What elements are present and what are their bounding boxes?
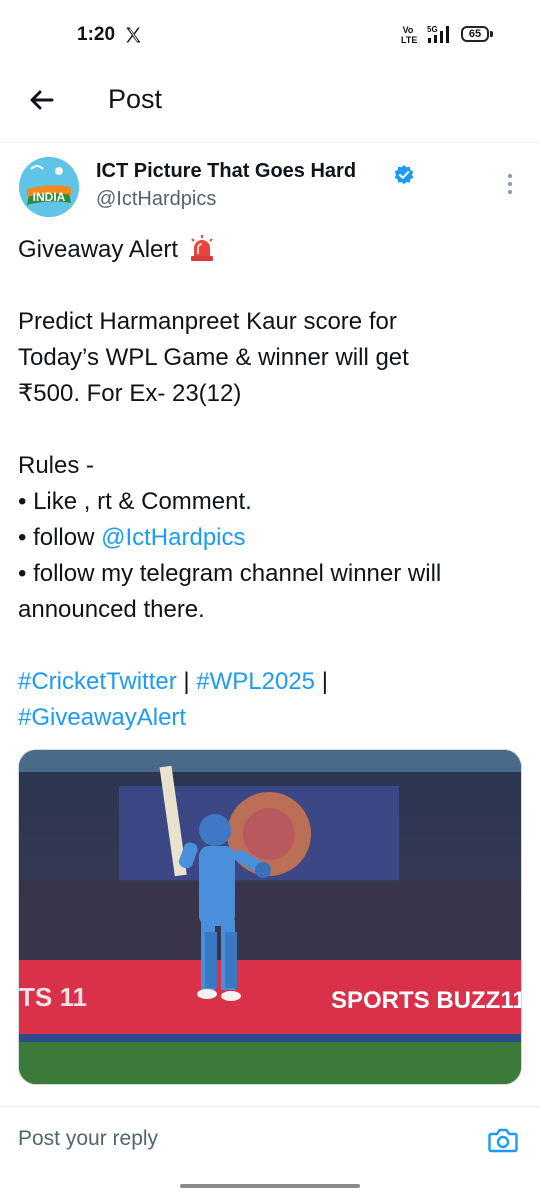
- rules-paragraph: Rules - • Like , rt & Comment. • follow …: [18, 448, 523, 628]
- volte-text: Vo LTE: [401, 25, 418, 45]
- headline-paragraph: Giveaway Alert: [18, 232, 523, 268]
- hashtag-line: #CricketTwitter | #WPL2025 |: [18, 664, 523, 700]
- body-line: ₹500. For Ex- 23(12): [18, 380, 242, 407]
- page-title: Post: [108, 84, 163, 114]
- rule-item: • follow my telegram channel winner will: [18, 560, 442, 587]
- author-handle[interactable]: @IctHardpics: [96, 188, 216, 211]
- avatar-text: INDIA: [33, 190, 66, 204]
- media-banner-text: SPORTS BUZZ11: [331, 987, 522, 1014]
- x-logo-icon: [126, 27, 141, 43]
- rule-item: announced there.: [18, 596, 205, 623]
- reply-input[interactable]: Post your reply: [18, 1127, 158, 1151]
- rules-title: Rules -: [18, 452, 95, 479]
- hashtag-link[interactable]: #WPL2025: [196, 668, 315, 695]
- rule-prefix: • follow: [18, 524, 102, 551]
- camera-icon[interactable]: [487, 1125, 519, 1155]
- body-line: Predict Harmanpreet Kaur score for: [18, 308, 397, 335]
- separator: |: [176, 668, 197, 695]
- hashtag-link[interactable]: #GiveawayAlert: [18, 704, 186, 731]
- volte-label: Vo LTE: [401, 25, 418, 45]
- media-side-text: TS 11: [19, 982, 87, 1012]
- mention-link[interactable]: @IctHardpics: [101, 524, 245, 551]
- separator: |: [315, 668, 328, 695]
- rule-item: • Like , rt & Comment.: [18, 488, 252, 515]
- reply-bar: Post your reply: [0, 1106, 540, 1171]
- hashtags-paragraph: #CricketTwitter | #WPL2025 | #GiveawayAl…: [18, 664, 523, 736]
- hashtag-line: #GiveawayAlert: [18, 700, 523, 736]
- siren-icon: [190, 235, 213, 261]
- avatar-image: INDIA: [19, 157, 79, 217]
- body-paragraph: Predict Harmanpreet Kaur score for Today…: [18, 304, 523, 412]
- rule-item: • follow @IctHardpics: [18, 520, 523, 556]
- tweet-headline: Giveaway Alert: [18, 236, 179, 263]
- tweet-media-image[interactable]: TS 11 SPORTS BUZZ11: [18, 749, 522, 1085]
- home-indicator[interactable]: [180, 1184, 360, 1188]
- battery-icon: 65: [461, 26, 489, 42]
- post-header: Post: [0, 72, 540, 143]
- author-name[interactable]: ICT Picture That Goes Hard: [96, 160, 356, 183]
- battery-tip: [490, 31, 493, 37]
- status-bar: 1:20 Vo LTE 5G 65: [0, 0, 540, 72]
- network-label: 5G: [427, 25, 438, 34]
- more-vertical-icon[interactable]: [499, 170, 521, 198]
- verified-badge-icon: [394, 165, 414, 185]
- avatar[interactable]: INDIA: [19, 157, 79, 217]
- status-time: 1:20: [77, 24, 116, 45]
- cricket-photo: TS 11 SPORTS BUZZ11: [19, 750, 522, 1084]
- arrow-left-icon[interactable]: [26, 84, 58, 116]
- hashtag-link[interactable]: #CricketTwitter: [18, 668, 177, 695]
- signal-icon: 5G: [427, 25, 449, 43]
- battery-level: 65: [468, 28, 482, 40]
- body-line: Today’s WPL Game & winner will get: [18, 344, 409, 371]
- tweet-text: Giveaway Alert Predict Harmanpreet Kaur …: [18, 232, 523, 736]
